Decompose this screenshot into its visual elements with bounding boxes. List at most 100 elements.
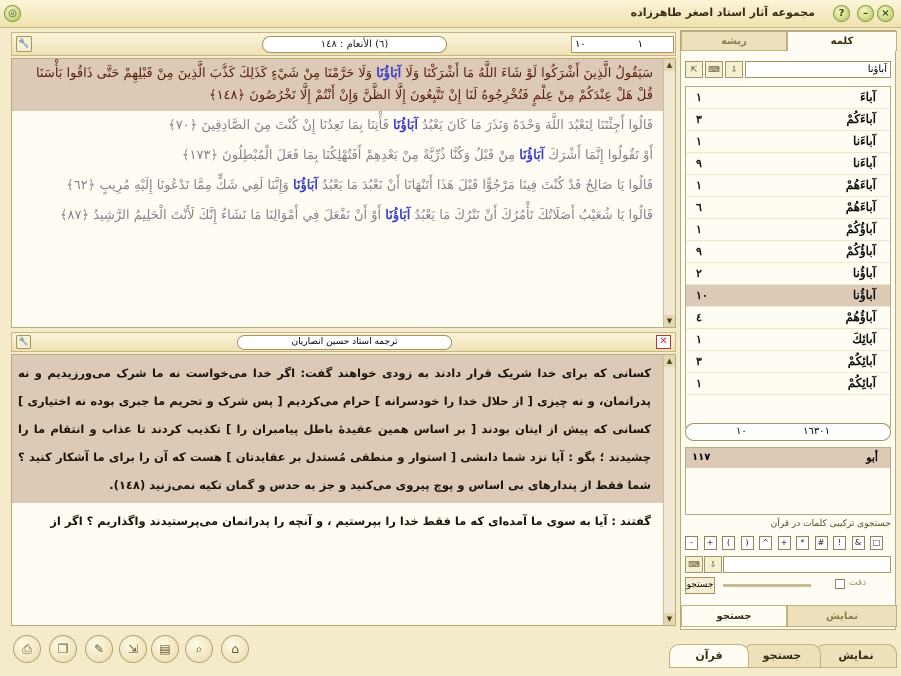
translation-title[interactable]: ترجمه استاد حسين انصاريان bbox=[237, 335, 452, 350]
word-count: ٤ bbox=[696, 311, 702, 324]
list-item[interactable]: آباءَهُمْ ٦ bbox=[686, 197, 890, 219]
verse-navigation-bar: 🔧 (٦) الأنعام : ١٤٨ ١٠ ١ bbox=[11, 32, 676, 56]
combo-options: جستجو دقت bbox=[685, 577, 891, 595]
print-icon[interactable]: ⎙ bbox=[13, 635, 41, 663]
keyboard-icon[interactable]: ⌨ bbox=[685, 556, 703, 573]
word-count: ١ bbox=[696, 377, 702, 390]
precise-checkbox[interactable] bbox=[835, 579, 845, 589]
word-search-input[interactable]: آباؤنا bbox=[745, 61, 891, 78]
operator-button[interactable]: - bbox=[685, 536, 698, 550]
help-icon[interactable]: ? bbox=[833, 5, 850, 22]
highlighted-word: آبَاؤُنَا bbox=[392, 118, 419, 133]
list-item[interactable]: آباؤُكُمْ ٩ bbox=[686, 241, 890, 263]
scroll-up-icon[interactable]: ▲ bbox=[664, 355, 675, 367]
tab-quran[interactable]: قرآن bbox=[669, 644, 749, 668]
list-item[interactable]: آباءَ ١ bbox=[686, 87, 890, 109]
operator-button[interactable]: # bbox=[814, 536, 828, 550]
translation-scrollbar[interactable]: ▲ ▼ bbox=[663, 355, 675, 625]
verse-text: سَيَقُولُ الَّذِينَ أَشْرَكُوا لَوْ شَاء… bbox=[401, 66, 653, 81]
list-item[interactable]: آبائِكُمْ ١ bbox=[686, 373, 890, 395]
list-item[interactable]: آباءَكُمْ ٣ bbox=[686, 109, 890, 131]
scroll-up-icon[interactable]: ▲ bbox=[664, 59, 675, 71]
tab-word[interactable]: کلمه bbox=[787, 31, 897, 51]
operator-button[interactable]: + bbox=[703, 536, 717, 550]
verse-item[interactable]: أَوْ تَقُولُوا إِنَّمَا أَشْرَكَ آبَاؤُن… bbox=[12, 141, 675, 171]
system-menu-icon[interactable]: ◎ bbox=[4, 5, 21, 22]
keyboard-icon[interactable]: ⌨ bbox=[705, 61, 723, 78]
search-button[interactable]: جستجو bbox=[685, 577, 715, 594]
translation-paragraph: کسانی که برای خدا شریک قرار دادند به زود… bbox=[12, 355, 675, 503]
word-list[interactable]: آباءَ ١ آباءَكُمْ ٣ آباءَنا ١ آباءَنا ٩ آباءَهُم… bbox=[685, 86, 891, 428]
copy-icon[interactable]: ❐ bbox=[49, 635, 77, 663]
wrench-icon[interactable]: 🔧 bbox=[16, 335, 31, 349]
bookmark-icon[interactable]: ⌂ bbox=[221, 635, 249, 663]
list-item[interactable]: آبائِكُمْ ٣ bbox=[686, 351, 890, 373]
word-count: ١٠ bbox=[696, 289, 708, 302]
quran-verses-pane: سَيَقُولُ الَّذِينَ أَشْرَكُوا لَوْ شَاء… bbox=[11, 58, 676, 328]
scroll-down-icon[interactable]: ▼ bbox=[664, 613, 675, 625]
word-text: آباءَكُمْ bbox=[846, 112, 876, 126]
word-text: آباءَنا bbox=[853, 156, 876, 170]
list-item[interactable]: آباءَهُمْ ١ bbox=[686, 175, 890, 197]
search-icon[interactable]: ⌕ bbox=[185, 635, 213, 663]
list-item[interactable]: آبائِكَ ١ bbox=[686, 329, 890, 351]
tab-root[interactable]: ریشه bbox=[681, 31, 787, 51]
list-item[interactable]: آباؤُهُمْ ٤ bbox=[686, 307, 890, 329]
export-icon[interactable]: ⇲ bbox=[119, 635, 147, 663]
arrow-down-icon[interactable]: ⇩ bbox=[725, 61, 743, 78]
tab-display[interactable]: نمایش bbox=[787, 605, 897, 627]
close-translation-icon[interactable]: ✕ bbox=[656, 335, 671, 349]
word-text: آبائِكُمْ bbox=[847, 354, 876, 368]
verse-item[interactable]: قَالُوا أَجِئْتَنَا لِنَعْبُدَ اللَّهَ و… bbox=[12, 111, 675, 141]
sidebar-bottom-tabs: جستجو نمایش bbox=[681, 605, 897, 627]
verse-item[interactable]: قَالُوا يَا شُعَيْبُ أَصَلَاتُكَ تَأْمُر… bbox=[12, 201, 675, 231]
minimize-icon[interactable]: – bbox=[857, 5, 874, 22]
word-text: آبائِكَ bbox=[852, 332, 876, 346]
root-count: ١١٧ bbox=[692, 452, 711, 463]
verse-item[interactable]: قَالُوا يَا صَالِحُ قَدْ كُنْتَ فِينَا م… bbox=[12, 171, 675, 201]
list-item[interactable]: آباؤُكُمْ ١ bbox=[686, 219, 890, 241]
operator-button[interactable]: ! bbox=[833, 536, 846, 550]
operator-button[interactable]: * bbox=[796, 536, 809, 550]
word-count: ١ bbox=[696, 91, 702, 104]
scroll-down-icon[interactable]: ▼ bbox=[664, 315, 675, 327]
app-title: مجموعه آثار استاد اصغر طاهرزاده bbox=[630, 6, 815, 19]
word-text: آباؤُنا bbox=[852, 266, 876, 280]
operator-button[interactable]: ^ bbox=[759, 536, 772, 550]
operator-button[interactable]: & bbox=[851, 536, 865, 550]
close-icon[interactable]: × bbox=[877, 5, 894, 22]
arrow-down-icon[interactable]: ⇩ bbox=[704, 556, 722, 573]
list-item[interactable]: آباؤُنا ٢ bbox=[686, 263, 890, 285]
operator-button[interactable]: ( bbox=[722, 536, 735, 550]
translation-paragraph: گفتند : آیا به سوی ما آمده‌ای که ما فقط … bbox=[50, 514, 651, 528]
wrench-icon[interactable]: 🔧 bbox=[16, 36, 32, 52]
note-icon[interactable]: ✎ bbox=[85, 635, 113, 663]
sidebar-top-tabs: ریشه کلمه bbox=[681, 31, 897, 51]
tab-search[interactable]: جستجو bbox=[681, 605, 787, 627]
surah-ayah-field[interactable]: (٦) الأنعام : ١٤٨ bbox=[262, 36, 447, 53]
verse-text: أَوْ تَقُولُوا إِنَّمَا أَشْرَكَ bbox=[544, 148, 653, 163]
list-item[interactable]: أبو ١١٧ bbox=[686, 448, 890, 468]
translation-pane: کسانی که برای خدا شریک قرار دادند به زود… bbox=[11, 354, 676, 626]
list-item[interactable]: آباءَنا ٩ bbox=[686, 153, 890, 175]
word-count: ٢ bbox=[696, 267, 702, 280]
highlighted-word: آبَاؤُنَا bbox=[385, 208, 411, 223]
word-text: آباءَ bbox=[860, 90, 876, 104]
verse-item[interactable]: سَيَقُولُ الَّذِينَ أَشْرَكُوا لَوْ شَاء… bbox=[12, 59, 675, 111]
page-icon[interactable]: ▤ bbox=[151, 635, 179, 663]
tab-display-main[interactable]: نمایش bbox=[815, 644, 897, 668]
operator-button[interactable]: □ bbox=[870, 536, 883, 550]
word-list-pager[interactable]: ١٠ ١٦٣٠١ bbox=[685, 423, 891, 441]
ayah-number-box[interactable]: ١٠ ١ bbox=[571, 36, 674, 53]
list-item[interactable]: آباؤُنا ١٠ bbox=[686, 285, 890, 307]
verse-text: مِنْ قَبْلُ وَكُنَّا ذُرِّيَّةً مِنْ بَع… bbox=[181, 148, 520, 163]
operator-button[interactable]: ) bbox=[740, 536, 754, 550]
combo-search-input[interactable] bbox=[723, 556, 891, 573]
operator-button[interactable]: + bbox=[777, 536, 791, 550]
tab-search-main[interactable]: جستجو bbox=[743, 644, 821, 668]
root-list[interactable]: أبو ١١٧ bbox=[685, 447, 891, 515]
expand-icon[interactable]: ⇱ bbox=[685, 61, 703, 78]
list-item[interactable]: آباءَنا ١ bbox=[686, 131, 890, 153]
precision-slider[interactable] bbox=[723, 584, 811, 587]
verses-scrollbar[interactable]: ▲ ▼ bbox=[663, 59, 675, 327]
